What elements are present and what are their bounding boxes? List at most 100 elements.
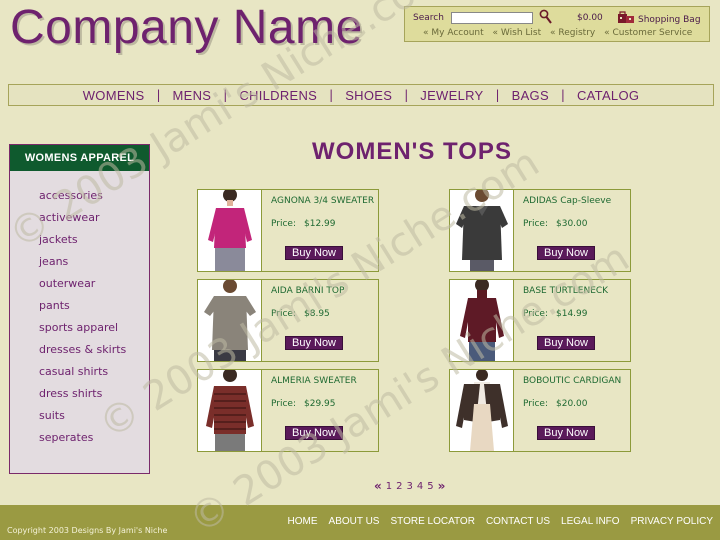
shopping-bag-label: Shopping Bag bbox=[638, 15, 701, 25]
nav-womens[interactable]: WOMENS bbox=[71, 88, 157, 103]
category-jeans[interactable]: jeans bbox=[39, 255, 68, 268]
search-input[interactable] bbox=[451, 12, 533, 24]
nav-catalog[interactable]: CATALOG bbox=[565, 88, 651, 103]
magnifier-icon bbox=[539, 9, 552, 24]
footer-nav: HOME ABOUT US STORE LOCATOR CONTACT US L… bbox=[288, 516, 713, 527]
customer-service-link[interactable]: Customer Service bbox=[604, 28, 692, 38]
footer-store-locator-link[interactable]: STORE LOCATOR bbox=[390, 516, 474, 527]
registry-link[interactable]: Registry bbox=[550, 28, 595, 38]
product-card: BASE TURTLENECK Price: $14.99 Buy Now bbox=[449, 279, 631, 362]
category-item: activewear bbox=[10, 206, 149, 228]
category-sports-apparel[interactable]: sports apparel bbox=[39, 321, 118, 334]
product-card: ALMERIA SWEATER Price: $29.95 Buy Now bbox=[197, 369, 379, 452]
product-name[interactable]: ADIDAS Cap-Sleeve bbox=[523, 196, 611, 206]
product-name[interactable]: AIDA BARNI TOP bbox=[271, 286, 344, 296]
product-image-grey-tee[interactable] bbox=[198, 280, 262, 361]
category-accessories[interactable]: accessories bbox=[39, 189, 103, 202]
category-item: jackets bbox=[10, 228, 149, 250]
utility-bar: Search $0.00 Shopping Bag My Account Wis… bbox=[404, 6, 710, 42]
shopping-bag-icon bbox=[618, 11, 634, 23]
product-price: $14.99 bbox=[556, 309, 588, 319]
page-link-4[interactable]: 4 bbox=[417, 481, 423, 492]
search-label: Search bbox=[413, 13, 444, 23]
price-label: Price: bbox=[523, 219, 548, 229]
nav-mens[interactable]: MENS bbox=[161, 88, 224, 103]
product-price: $29.95 bbox=[304, 399, 336, 409]
category-sidebar: WOMENS APPAREL accessories activewear ja… bbox=[9, 144, 150, 474]
price-label: Price: bbox=[523, 399, 548, 409]
maroon-turtleneck-image bbox=[460, 280, 504, 361]
category-dress-shirts[interactable]: dress shirts bbox=[39, 387, 102, 400]
pink-top-image bbox=[208, 190, 252, 271]
footer-contact-link[interactable]: CONTACT US bbox=[486, 516, 550, 527]
footer-home-link[interactable]: HOME bbox=[288, 516, 318, 527]
shopping-bag-link[interactable]: Shopping Bag bbox=[617, 10, 701, 25]
category-suits[interactable]: suits bbox=[39, 409, 65, 422]
account-links: My Account Wish List Registry Customer S… bbox=[423, 28, 698, 38]
nav-childrens[interactable]: CHILDRENS bbox=[227, 88, 329, 103]
buy-now-button[interactable]: Buy Now bbox=[537, 246, 595, 260]
product-price-row: Price: $14.99 bbox=[523, 309, 588, 319]
category-item: outerwear bbox=[10, 272, 149, 294]
category-item: suits bbox=[10, 404, 149, 426]
wish-list-link[interactable]: Wish List bbox=[493, 28, 542, 38]
category-item: dresses & skirts bbox=[10, 338, 149, 360]
page-link-1[interactable]: 1 bbox=[386, 481, 392, 492]
prev-page-arrow[interactable]: « bbox=[374, 479, 382, 493]
product-price-row: Price: $20.00 bbox=[523, 399, 588, 409]
company-logo[interactable]: Company Name bbox=[10, 0, 363, 55]
product-name[interactable]: BOBOUTIC CARDIGAN bbox=[523, 376, 621, 386]
footer-legal-link[interactable]: LEGAL INFO bbox=[561, 516, 620, 527]
product-price-row: Price: $30.00 bbox=[523, 219, 588, 229]
grey-tee-image bbox=[204, 280, 256, 361]
category-jackets[interactable]: jackets bbox=[39, 233, 78, 246]
product-price: $8.95 bbox=[304, 309, 330, 319]
nav-bags[interactable]: BAGS bbox=[500, 88, 561, 103]
brown-cardigan-image bbox=[456, 370, 508, 451]
price-label: Price: bbox=[523, 309, 548, 319]
footer-privacy-link[interactable]: PRIVACY POLICY bbox=[631, 516, 713, 527]
product-name[interactable]: AGNONA 3/4 SWEATER bbox=[271, 196, 374, 206]
buy-now-button[interactable]: Buy Now bbox=[285, 246, 343, 260]
category-dresses-skirts[interactable]: dresses & skirts bbox=[39, 343, 126, 356]
search-button[interactable] bbox=[539, 9, 553, 25]
striped-sweater-image bbox=[206, 370, 254, 451]
nav-jewelry[interactable]: JEWELRY bbox=[408, 88, 495, 103]
copyright-text: Copyright 2003 Designs By Jami's Niche bbox=[7, 526, 168, 535]
category-outerwear[interactable]: outerwear bbox=[39, 277, 95, 290]
page-link-3[interactable]: 3 bbox=[407, 481, 413, 492]
product-name[interactable]: ALMERIA SWEATER bbox=[271, 376, 357, 386]
category-casual-shirts[interactable]: casual shirts bbox=[39, 365, 108, 378]
buy-now-button[interactable]: Buy Now bbox=[285, 426, 343, 440]
nav-shoes[interactable]: SHOES bbox=[333, 88, 404, 103]
product-image-maroon-turtleneck[interactable] bbox=[450, 280, 514, 361]
product-card: AIDA BARNI TOP Price: $8.95 Buy Now bbox=[197, 279, 379, 362]
buy-now-button[interactable]: Buy Now bbox=[537, 336, 595, 350]
product-price: $12.99 bbox=[304, 219, 336, 229]
category-pants[interactable]: pants bbox=[39, 299, 70, 312]
product-image-pink-top[interactable] bbox=[198, 190, 262, 271]
product-image-dark-polo[interactable] bbox=[450, 190, 514, 271]
product-card: ADIDAS Cap-Sleeve Price: $30.00 Buy Now bbox=[449, 189, 631, 272]
category-item: casual shirts bbox=[10, 360, 149, 382]
category-activewear[interactable]: activewear bbox=[39, 211, 99, 224]
next-page-arrow[interactable]: » bbox=[438, 479, 446, 493]
my-account-link[interactable]: My Account bbox=[423, 28, 484, 38]
price-label: Price: bbox=[271, 309, 296, 319]
buy-now-button[interactable]: Buy Now bbox=[537, 426, 595, 440]
buy-now-button[interactable]: Buy Now bbox=[285, 336, 343, 350]
page-link-2[interactable]: 2 bbox=[396, 481, 402, 492]
product-name[interactable]: BASE TURTLENECK bbox=[523, 286, 608, 296]
category-item: sports apparel bbox=[10, 316, 149, 338]
product-price-row: Price: $8.95 bbox=[271, 309, 330, 319]
footer: Copyright 2003 Designs By Jami's Niche H… bbox=[0, 505, 720, 540]
page-link-5[interactable]: 5 bbox=[427, 481, 433, 492]
product-price-row: Price: $29.95 bbox=[271, 399, 336, 409]
page-title: WOMEN'S TOPS bbox=[312, 138, 512, 165]
product-image-striped-sweater[interactable] bbox=[198, 370, 262, 451]
footer-about-link[interactable]: ABOUT US bbox=[329, 516, 380, 527]
product-image-brown-cardigan[interactable] bbox=[450, 370, 514, 451]
product-price: $30.00 bbox=[556, 219, 588, 229]
category-seperates[interactable]: seperates bbox=[39, 431, 93, 444]
sidebar-title: WOMENS APPAREL bbox=[10, 145, 149, 171]
